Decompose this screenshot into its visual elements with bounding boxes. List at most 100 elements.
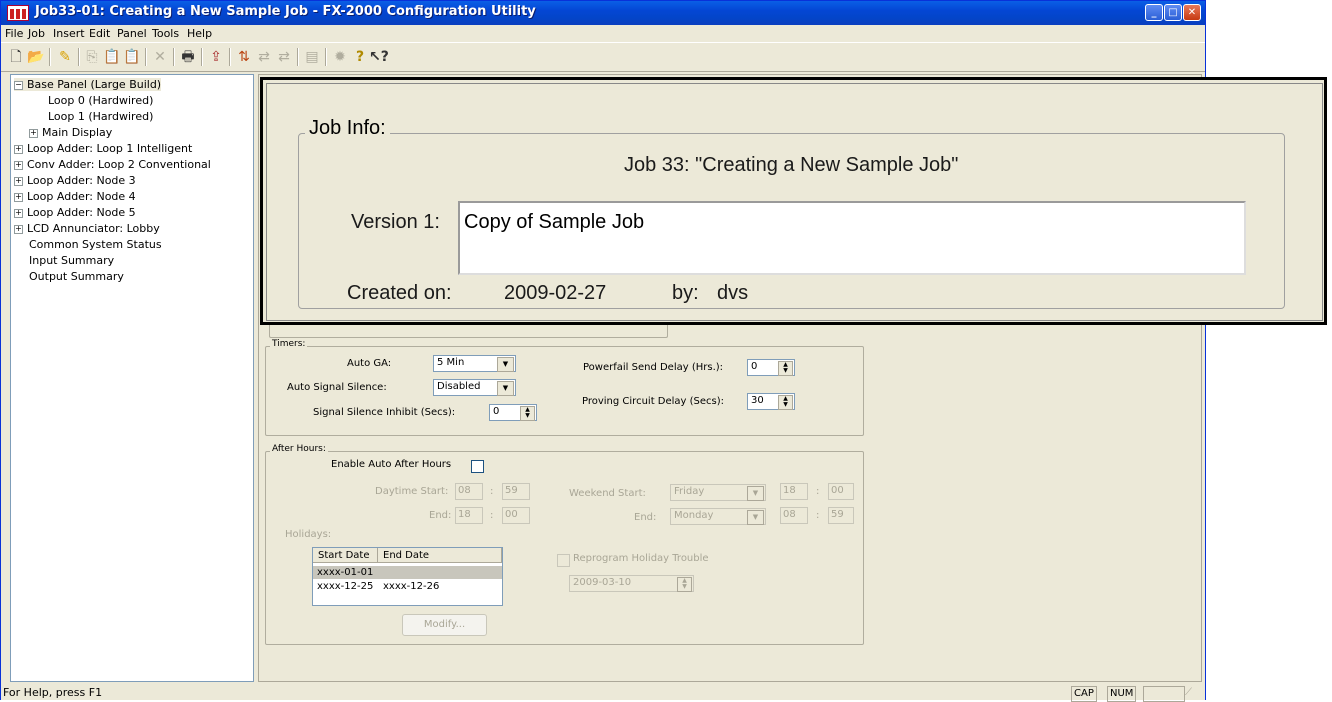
menu-edit[interactable]: Edit xyxy=(89,27,110,40)
expand-icon[interactable]: + xyxy=(14,225,23,234)
help-icon[interactable]: ? xyxy=(351,48,369,66)
settings-icon[interactable]: ✹ xyxy=(331,48,349,66)
menu-panel[interactable]: Panel xyxy=(117,27,147,40)
title-bar[interactable]: Job33-01: Creating a New Sample Job - FX… xyxy=(1,1,1205,25)
holidays-list[interactable]: Start Date End Date xxxx-01-01 xxxx-12-2… xyxy=(312,547,503,606)
modify-button[interactable]: Modify... xyxy=(402,614,487,636)
daytime-end-minute[interactable]: 00 xyxy=(502,507,530,524)
weekend-end-label: End: xyxy=(634,512,657,523)
weekend-start-label: Weekend Start: xyxy=(569,488,646,499)
column-header-end-date[interactable]: End Date xyxy=(378,548,502,563)
collapse-icon[interactable]: − xyxy=(14,81,23,90)
menu-file[interactable]: File xyxy=(5,27,23,40)
table-row[interactable]: xxxx-12-25 xxxx-12-26 xyxy=(313,580,502,593)
enable-after-hours-checkbox[interactable] xyxy=(471,460,484,473)
maximize-button[interactable]: □ xyxy=(1164,4,1182,21)
tree-item-loop-adder-1[interactable]: + Loop Adder: Loop 1 Intelligent xyxy=(14,142,192,155)
created-on-label: Created on: xyxy=(347,282,452,304)
panel-tree: − Base Panel (Large Build) Loop 0 (Hardwi… xyxy=(10,74,254,682)
version-description-field[interactable]: Copy of Sample Job xyxy=(458,201,1246,275)
weekend-start-minute[interactable]: 00 xyxy=(828,483,854,500)
report-icon[interactable]: ▤ xyxy=(303,48,321,66)
download-icon[interactable]: ⇅ xyxy=(235,48,253,66)
menu-bar: File Job Insert Edit Panel Tools Help xyxy=(1,25,1205,42)
after-hours-legend: After Hours: xyxy=(270,444,328,454)
tree-item-base-panel[interactable]: − Base Panel (Large Build) xyxy=(14,78,162,91)
expand-icon[interactable]: + xyxy=(14,161,23,170)
dropdown-arrow-icon[interactable]: ▼ xyxy=(497,381,514,396)
auto-ga-select[interactable]: 5 Min ▼ xyxy=(433,355,516,372)
spinner-arrows-icon[interactable]: ▲ ▼ xyxy=(778,395,793,410)
job-title: Job 33: "Creating a New Sample Job" xyxy=(624,154,959,176)
tree-item-loop-0[interactable]: Loop 0 (Hardwired) xyxy=(48,94,153,107)
print-icon[interactable]: 🖶 xyxy=(179,48,197,66)
dropdown-arrow-icon[interactable]: ▼ xyxy=(747,486,764,501)
edit-icon[interactable]: ✎ xyxy=(56,48,74,66)
status-text: For Help, press F1 xyxy=(3,686,103,699)
tree-item-lcd-annunciator[interactable]: + LCD Annunciator: Lobby xyxy=(14,222,160,235)
delete-icon[interactable]: ✕ xyxy=(151,48,169,66)
daytime-end-hour[interactable]: 18 xyxy=(455,507,483,524)
spinner-arrows-icon[interactable]: ▲ ▼ xyxy=(778,361,793,376)
menu-help[interactable]: Help xyxy=(187,27,212,40)
powerfail-spinner[interactable]: 0 ▲ ▼ xyxy=(747,359,795,376)
window-title: Job33-01: Creating a New Sample Job - FX… xyxy=(35,4,536,19)
weekend-end-minute[interactable]: 59 xyxy=(828,507,854,524)
proving-circuit-spinner[interactable]: 30 ▲ ▼ xyxy=(747,393,795,410)
reprogram-holiday-checkbox[interactable] xyxy=(557,554,570,567)
column-header-start-date[interactable]: Start Date xyxy=(313,548,378,563)
weekend-start-day-select[interactable]: Friday ▼ xyxy=(670,484,766,501)
reprogram-date-spinner[interactable]: 2009-03-10 ▲ ▼ xyxy=(569,575,694,592)
minimize-button[interactable]: _ xyxy=(1145,4,1163,21)
tree-item-output-summary[interactable]: Output Summary xyxy=(29,270,124,283)
version-label: Version 1: xyxy=(351,211,440,233)
auto-signal-silence-select[interactable]: Disabled ▼ xyxy=(433,379,516,396)
status-bar: For Help, press F1 CAP NUM ⟋ xyxy=(1,685,1205,702)
tree-item-input-summary[interactable]: Input Summary xyxy=(29,254,114,267)
spinner-arrows-icon[interactable]: ▲ ▼ xyxy=(520,406,535,421)
weekend-end-day-select[interactable]: Monday ▼ xyxy=(670,508,766,525)
table-row[interactable]: xxxx-01-01 xyxy=(313,566,502,579)
paste-special-icon[interactable]: 📋 xyxy=(123,48,141,66)
close-button[interactable]: ✕ xyxy=(1183,4,1201,21)
tree-item-conv-adder[interactable]: + Conv Adder: Loop 2 Conventional xyxy=(14,158,211,171)
expand-icon[interactable]: + xyxy=(29,129,38,138)
daytime-start-hour[interactable]: 08 xyxy=(455,483,483,500)
new-icon[interactable]: 🗋 xyxy=(7,48,25,66)
tree-item-node-5[interactable]: + Loop Adder: Node 5 xyxy=(14,206,136,219)
tree-item-main-display[interactable]: + Main Display xyxy=(29,126,112,139)
menu-insert[interactable]: Insert xyxy=(53,27,85,40)
expand-icon[interactable]: + xyxy=(14,193,23,202)
context-help-icon[interactable]: ↖? xyxy=(369,48,389,66)
weekend-end-hour[interactable]: 08 xyxy=(780,507,808,524)
proving-circuit-label: Proving Circuit Delay (Secs): xyxy=(582,396,725,407)
signal-silence-inhibit-label: Signal Silence Inhibit (Secs): xyxy=(313,407,456,418)
dropdown-arrow-icon[interactable]: ▼ xyxy=(497,357,514,372)
expand-icon[interactable]: + xyxy=(14,145,23,154)
spinner-arrows-icon[interactable]: ▲ ▼ xyxy=(677,577,692,592)
toolbar: 🗋 📂 ✎ ⎘ 📋 📋 ✕ 🖶 ⇪ ⇅ ⇄ ⇄ ▤ ✹ ? ↖? xyxy=(1,42,1205,72)
tree-item-node-4[interactable]: + Loop Adder: Node 4 xyxy=(14,190,136,203)
tree-item-node-3[interactable]: + Loop Adder: Node 3 xyxy=(14,174,136,187)
compare-icon[interactable]: ⇄ xyxy=(255,48,273,66)
tree-item-common-status[interactable]: Common System Status xyxy=(29,238,162,251)
auto-ga-label: Auto GA: xyxy=(347,358,392,369)
tree-item-loop-1[interactable]: Loop 1 (Hardwired) xyxy=(48,110,153,123)
daytime-start-minute[interactable]: 59 xyxy=(502,483,530,500)
expand-icon[interactable]: + xyxy=(14,209,23,218)
compare2-icon[interactable]: ⇄ xyxy=(275,48,293,66)
dropdown-arrow-icon[interactable]: ▼ xyxy=(747,510,764,525)
weekend-start-hour[interactable]: 18 xyxy=(780,483,808,500)
created-date: 2009-02-27 xyxy=(504,282,607,304)
menu-job[interactable]: Job xyxy=(28,27,45,40)
upload-icon[interactable]: ⇪ xyxy=(207,48,225,66)
menu-tools[interactable]: Tools xyxy=(152,27,179,40)
paste-icon[interactable]: 📋 xyxy=(103,48,121,66)
resize-grip-icon[interactable]: ⟋ xyxy=(1185,687,1199,699)
holidays-label: Holidays: xyxy=(285,529,332,540)
expand-icon[interactable]: + xyxy=(14,177,23,186)
enable-after-hours-label: Enable Auto After Hours xyxy=(331,459,452,470)
copy-icon[interactable]: ⎘ xyxy=(83,48,101,66)
signal-silence-inhibit-spinner[interactable]: 0 ▲ ▼ xyxy=(489,404,537,421)
open-icon[interactable]: 📂 xyxy=(27,48,45,66)
